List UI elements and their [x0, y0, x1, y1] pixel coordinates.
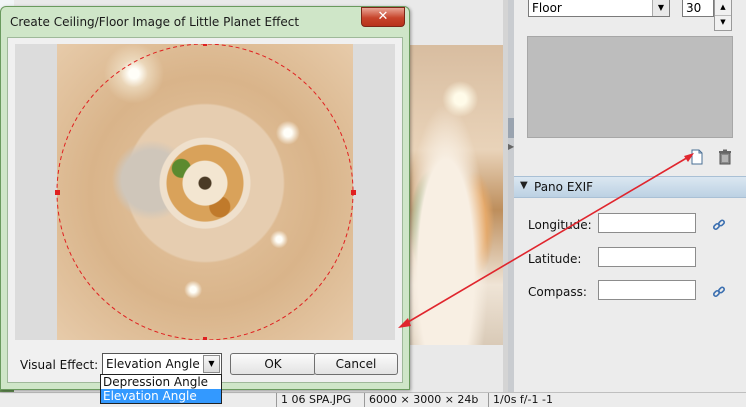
view-value-stepper[interactable]: ▲ ▼: [714, 0, 732, 31]
stepper-down-icon[interactable]: ▼: [715, 15, 731, 30]
panorama-preview: [408, 45, 503, 345]
stepper-up-icon[interactable]: ▲: [715, 0, 731, 16]
ok-button[interactable]: OK: [230, 353, 316, 375]
chevron-down-icon[interactable]: ▼: [652, 0, 669, 16]
latitude-label: Latitude:: [528, 252, 582, 266]
crop-handle-bottom: [203, 337, 207, 340]
page-icon[interactable]: [690, 149, 704, 165]
visual-effect-label: Visual Effect:: [20, 358, 99, 372]
compass-input[interactable]: [598, 280, 696, 300]
crop-handle-top: [203, 44, 207, 46]
close-icon: ✕: [377, 9, 389, 24]
planet-canvas[interactable]: [15, 44, 395, 340]
view-value-text: 30: [686, 1, 702, 15]
dialog-body: Visual Effect: Elevation Angle ▼ OK Canc…: [7, 37, 403, 383]
latitude-input[interactable]: [598, 247, 696, 267]
compass-label: Compass:: [528, 285, 587, 299]
thumbnail-preview: [527, 36, 733, 138]
trash-icon[interactable]: [718, 149, 732, 165]
option-elevation-angle[interactable]: Elevation Angle: [101, 389, 221, 403]
collapse-triangle-icon[interactable]: ▼: [520, 180, 528, 191]
chevron-down-icon[interactable]: ▼: [203, 355, 220, 373]
crop-circle[interactable]: [15, 44, 395, 340]
visual-effect-select[interactable]: Elevation Angle ▼: [102, 353, 222, 375]
view-select-value: Floor: [532, 1, 562, 15]
longitude-label: Longitude:: [528, 218, 592, 232]
longitude-input[interactable]: [598, 213, 696, 233]
close-button[interactable]: ✕: [361, 7, 405, 27]
view-value-input[interactable]: 30: [682, 0, 714, 17]
section-title: Pano EXIF: [534, 180, 594, 194]
visual-effect-value: Elevation Angle: [106, 357, 200, 371]
status-filename: 1 06 SPA.JPG: [276, 393, 365, 407]
cancel-button[interactable]: Cancel: [314, 353, 398, 375]
link-icon[interactable]: [712, 285, 726, 299]
link-icon[interactable]: [712, 218, 726, 232]
status-dimensions: 6000 × 3000 × 24b: [364, 393, 489, 407]
option-depression-angle[interactable]: Depression Angle: [101, 375, 221, 389]
little-planet-dialog: Create Ceiling/Floor Image of Little Pla…: [0, 6, 410, 390]
dialog-title: Create Ceiling/Floor Image of Little Pla…: [10, 15, 300, 29]
view-select[interactable]: Floor ▼: [528, 0, 670, 17]
pano-exif-section-header[interactable]: ▼ Pano EXIF: [514, 176, 746, 198]
status-exposure: 1/0s f/-1 -1: [488, 393, 573, 407]
crop-handle-right: [351, 190, 356, 195]
crop-handle-left: [55, 190, 60, 195]
visual-effect-options: Depression Angle Elevation Angle: [100, 374, 222, 404]
